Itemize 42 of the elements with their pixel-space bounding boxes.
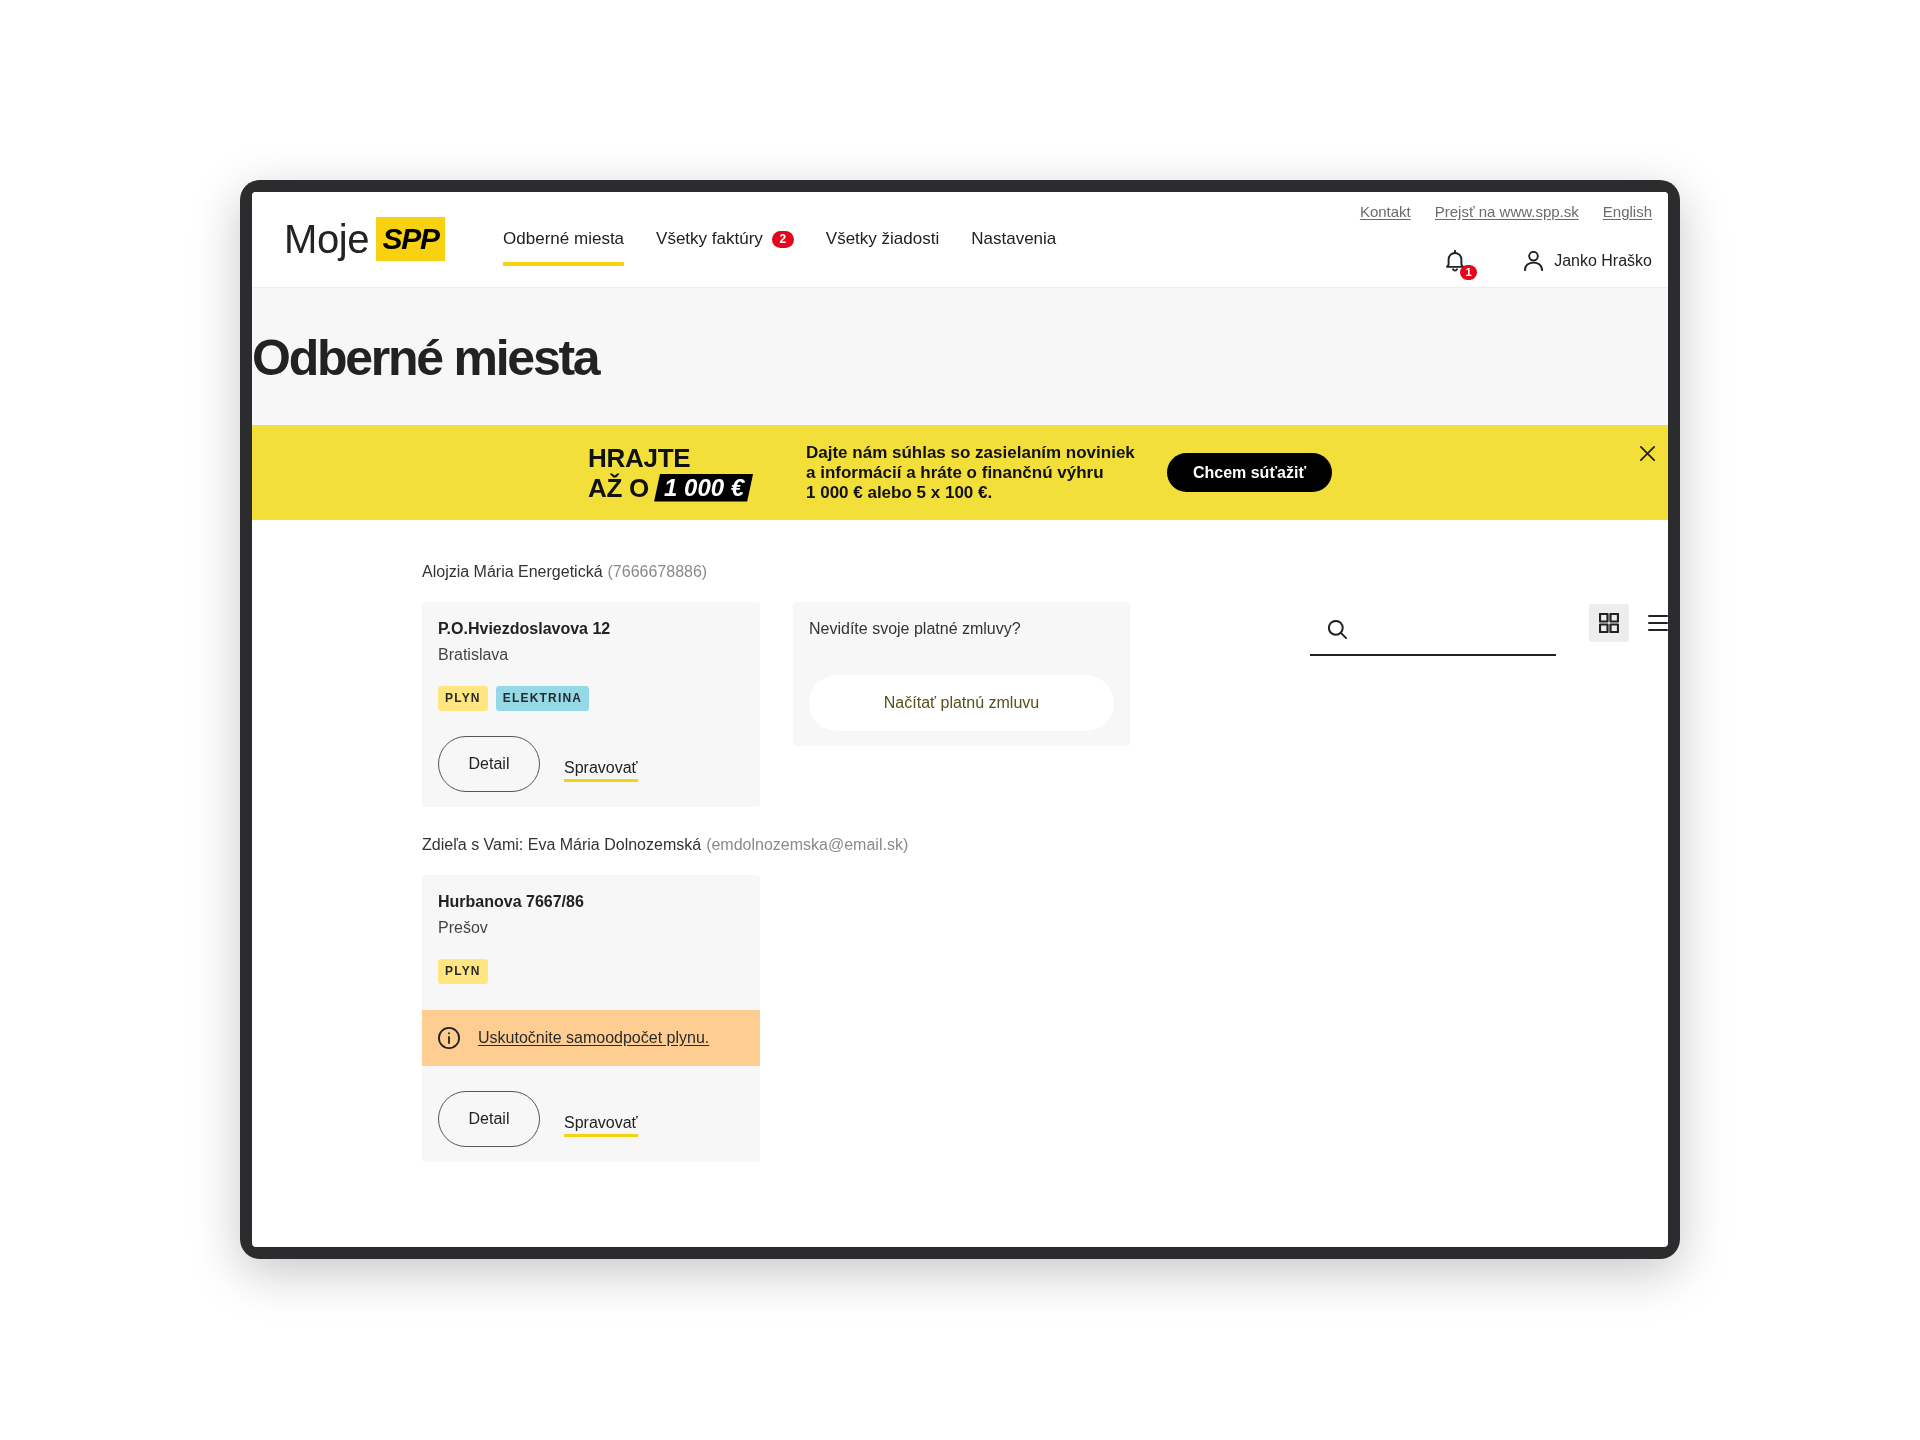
manage-link[interactable]: Spravovať	[564, 1111, 638, 1137]
close-icon[interactable]	[1640, 446, 1655, 461]
grid-icon	[1599, 613, 1619, 633]
header-link[interactable]: Kontakt	[1359, 202, 1411, 222]
page-title: Odberné miesta	[252, 330, 601, 386]
promo-text: Dajte nám súhlas so zasielaním noviniek a informácií a hráte o finančnú výhru 1 000 € alebo 5 x 100 €.	[806, 442, 1136, 503]
nav-tab[interactable]: Všetky žiadosti	[825, 192, 940, 266]
bell-icon[interactable]	[1446, 250, 1465, 272]
manage-link[interactable]: Spravovať	[564, 756, 638, 782]
nav-tab[interactable]: Všetky faktúry 2	[656, 192, 794, 266]
promo-headline: HRAJTE	[588, 442, 692, 473]
search-icon	[1328, 619, 1347, 639]
header-link[interactable]: English	[1602, 202, 1652, 222]
grid-view-button[interactable]	[1589, 604, 1629, 642]
owner-contact: (emdolnozemska@email.sk)	[706, 835, 909, 855]
place-city: Bratislava	[437, 645, 510, 665]
user-menu[interactable]: Janko Hraško	[1524, 249, 1652, 273]
cta-button[interactable]: Chcem súťažiť	[1167, 453, 1332, 492]
service-tag: PLYN	[438, 686, 488, 711]
owner-name: Alojzia Mária Energetická	[422, 562, 603, 582]
owner-name: Zdieľa s Vami: Eva Mária Dolnozemská	[422, 835, 702, 855]
place-address: P.O.Hviezdoslavova 12	[437, 619, 612, 639]
promo-headline: AŽ O	[588, 472, 650, 503]
logo-wordmark: Moje	[284, 217, 370, 261]
user-icon	[1524, 251, 1544, 271]
place-address: Hurbanova 7667/86	[437, 892, 585, 912]
header-link[interactable]: Prejsť na www.spp.sk	[1434, 202, 1579, 222]
owner-contact: (7666678886)	[607, 562, 708, 582]
place-city: Prešov	[437, 918, 489, 938]
info-icon	[438, 1027, 460, 1049]
notification-badge: 1	[1460, 265, 1478, 280]
nav-tab[interactable]: Nastavenia	[971, 192, 1057, 266]
count-badge: 2	[771, 230, 794, 248]
prize-amount: 1 000 €	[654, 473, 754, 502]
list-icon	[1648, 615, 1668, 631]
service-tag: PLYN	[438, 959, 488, 984]
nav-tab[interactable]: Odberné miesta	[503, 192, 625, 266]
service-tag: ELEKTRINA	[495, 686, 590, 711]
prompt-text: Nevidíte svoje platné zmluvy?	[809, 619, 1022, 639]
logo-mark: SPP	[376, 217, 446, 261]
notice-link[interactable]: Uskutočnite samoodpočet plynu.	[478, 1027, 710, 1049]
load-contract-button[interactable]: Načítať platnú zmluvu	[809, 675, 1114, 731]
